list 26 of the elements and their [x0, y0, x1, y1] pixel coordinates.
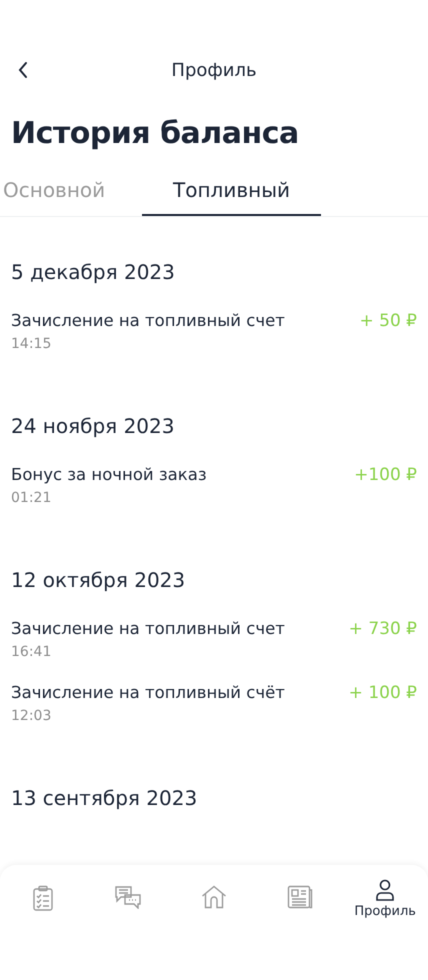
home-icon [200, 885, 227, 909]
transaction-time: 14:15 [11, 335, 52, 354]
date-heading: 13 сентября 2023 [11, 785, 198, 812]
transaction-amount: +100 ₽ [354, 464, 417, 487]
date-heading: 5 декабря 2023 [11, 259, 176, 286]
chat-bubbles-icon [114, 885, 142, 909]
page-title: История баланса [11, 115, 300, 153]
transaction-time: 16:41 [11, 643, 52, 662]
transaction-amount: + 50 ₽ [360, 310, 417, 333]
tab[interactable]: Топливный [142, 176, 321, 216]
date-heading: 24 ноября 2023 [11, 413, 176, 440]
clipboard-icon [32, 885, 54, 911]
date-heading: 12 октября 2023 [11, 567, 186, 594]
transaction-amount: + 100 ₽ [348, 682, 417, 705]
header-title: Профиль [171, 60, 257, 80]
transaction-time: 01:21 [11, 489, 52, 508]
transaction-time: 12:03 [11, 707, 52, 726]
transaction-title: Зачисление на топливный счет [11, 310, 285, 332]
person-icon [375, 879, 396, 901]
transaction-title: Зачисление на топливный счёт [11, 682, 285, 704]
newspaper-icon [286, 885, 313, 909]
back-icon[interactable] [17, 60, 29, 80]
transaction-title: Зачисление на топливный счет [11, 618, 285, 640]
nav-item[interactable]: Профиль [342, 877, 428, 927]
transaction-title: Бонус за ночной заказ [11, 464, 207, 486]
transaction-amount: + 730 ₽ [348, 618, 417, 641]
